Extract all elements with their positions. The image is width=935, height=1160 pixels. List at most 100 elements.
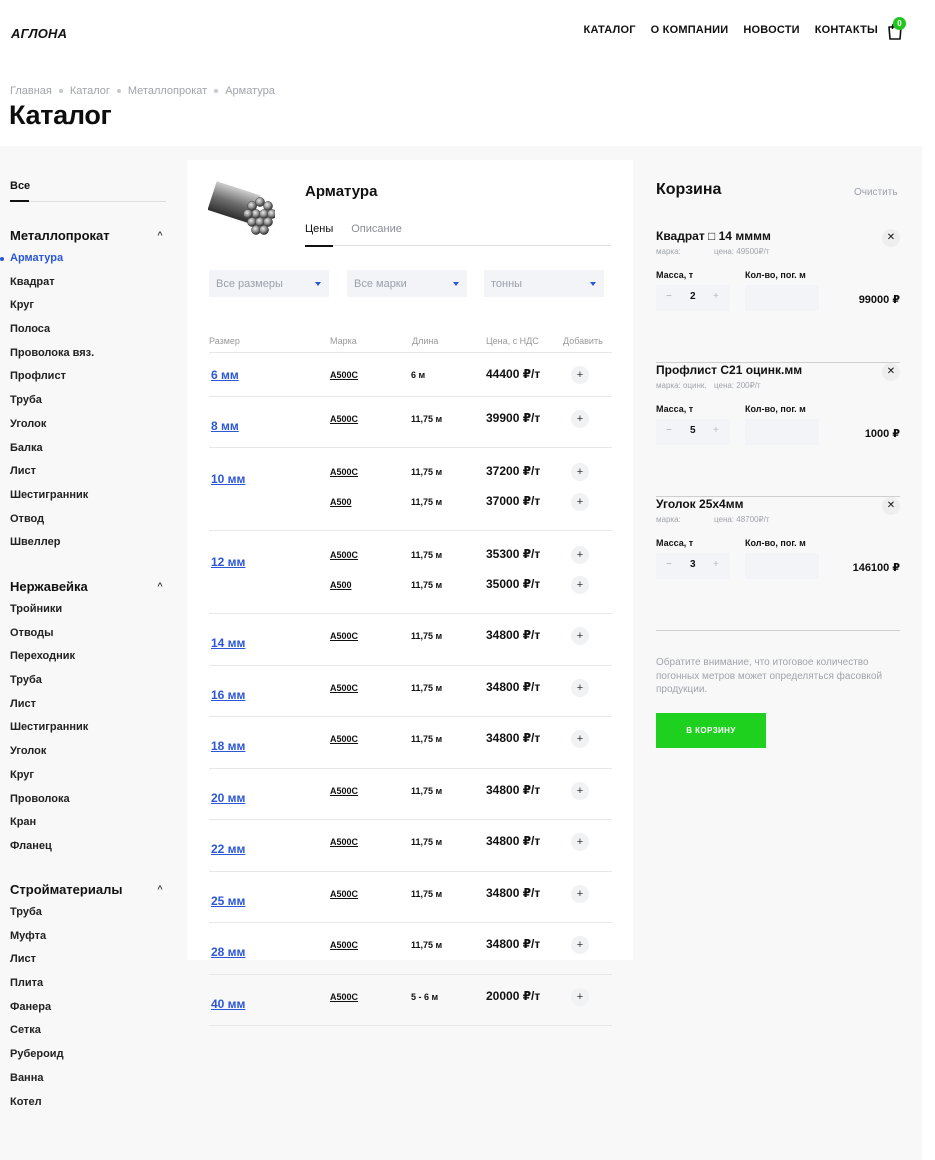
sidebar-item[interactable]: Рубероид: [10, 1043, 166, 1067]
sidebar-item[interactable]: Лист: [10, 460, 166, 484]
sidebar-item[interactable]: Переходник: [10, 645, 166, 669]
tab-description[interactable]: Описание: [351, 223, 402, 246]
sidebar-item[interactable]: Отводы: [10, 622, 166, 646]
meters-input[interactable]: [745, 419, 819, 445]
sidebar-item[interactable]: Балка: [10, 437, 166, 461]
mark-filter-select[interactable]: Все марки: [347, 270, 467, 297]
meters-input[interactable]: [745, 553, 819, 579]
sidebar-group-header[interactable]: Металлопрокат ^: [10, 226, 166, 244]
sidebar-item[interactable]: Профлист: [10, 365, 166, 389]
minus-icon[interactable]: −: [666, 425, 672, 436]
nav-contacts[interactable]: КОНТАКТЫ: [815, 24, 878, 36]
plus-icon[interactable]: +: [713, 559, 719, 570]
sidebar-item[interactable]: Швеллер: [10, 531, 166, 555]
breadcrumb-home[interactable]: Главная: [10, 85, 52, 97]
chevron-up-icon[interactable]: ^: [154, 581, 166, 591]
chevron-up-icon[interactable]: ^: [154, 884, 166, 894]
sidebar-item[interactable]: Труба: [10, 901, 166, 925]
sidebar-item[interactable]: Полоса: [10, 318, 166, 342]
plus-icon[interactable]: +: [713, 425, 719, 436]
mark-link[interactable]: А500С: [330, 837, 358, 847]
add-plus-icon[interactable]: +: [571, 936, 589, 954]
size-filter-select[interactable]: Все размеры: [209, 270, 329, 297]
add-plus-icon[interactable]: +: [571, 366, 589, 384]
add-plus-icon[interactable]: +: [571, 546, 589, 564]
mark-link[interactable]: А500: [330, 497, 352, 507]
minus-icon[interactable]: −: [666, 559, 672, 570]
sidebar-item[interactable]: Ванна: [10, 1067, 166, 1091]
meters-input[interactable]: [745, 285, 819, 311]
chevron-up-icon[interactable]: ^: [154, 230, 166, 240]
add-plus-icon[interactable]: +: [571, 833, 589, 851]
mark-link[interactable]: А500С: [330, 992, 358, 1002]
sidebar-item[interactable]: Квадрат: [10, 271, 166, 295]
mark-link[interactable]: А500С: [330, 940, 358, 950]
add-plus-icon[interactable]: +: [571, 781, 589, 800]
mark-link[interactable]: А500С: [330, 683, 358, 693]
sidebar-item[interactable]: Проволока: [10, 788, 166, 812]
sidebar-item[interactable]: Отвод: [10, 508, 166, 532]
sidebar-item[interactable]: Плита: [10, 972, 166, 996]
sidebar-item[interactable]: Круг: [10, 764, 166, 788]
close-icon[interactable]: ✕: [882, 363, 900, 381]
add-plus-icon[interactable]: +: [571, 576, 589, 594]
mark-link[interactable]: А500С: [330, 370, 358, 380]
logo[interactable]: АГЛОНА: [11, 26, 67, 41]
add-plus-icon[interactable]: +: [571, 730, 589, 748]
mark-link[interactable]: А500С: [330, 889, 358, 899]
close-icon[interactable]: ✕: [882, 497, 900, 515]
basket-clear-link[interactable]: Очистить: [854, 187, 898, 198]
nav-news[interactable]: НОВОСТИ: [743, 24, 799, 36]
breadcrumb-metal[interactable]: Металлопрокат: [128, 85, 207, 97]
mark-link[interactable]: А500С: [330, 786, 358, 796]
sidebar-item[interactable]: Лист: [10, 948, 166, 972]
sidebar-item[interactable]: Кран: [10, 811, 166, 835]
sidebar-item[interactable]: Тройники: [10, 598, 166, 622]
quantity-stepper[interactable]: − 3 +: [656, 553, 730, 579]
close-icon[interactable]: ✕: [882, 229, 900, 247]
tab-prices[interactable]: Цены: [305, 223, 334, 247]
sidebar-group-header[interactable]: Стройматериалы ^: [10, 880, 166, 898]
plus-icon[interactable]: +: [713, 291, 719, 302]
sidebar-item[interactable]: Муфта: [10, 925, 166, 949]
sidebar-item[interactable]: Лист: [10, 693, 166, 717]
sidebar-all[interactable]: Все: [10, 180, 30, 192]
add-plus-icon[interactable]: +: [571, 463, 589, 481]
add-plus-icon[interactable]: +: [571, 493, 589, 511]
quantity-stepper[interactable]: − 2 +: [656, 285, 730, 311]
minus-icon[interactable]: −: [666, 291, 672, 302]
length-value: 11,75 м: [411, 734, 443, 744]
unit-filter-select[interactable]: тонны: [484, 270, 604, 297]
mark-link[interactable]: А500: [330, 580, 352, 590]
nav-about[interactable]: О КОМПАНИИ: [651, 24, 729, 36]
sidebar-item[interactable]: Труба: [10, 389, 166, 413]
sidebar-item[interactable]: Фанера: [10, 996, 166, 1020]
add-plus-icon[interactable]: +: [571, 884, 589, 903]
add-plus-icon[interactable]: +: [571, 678, 589, 697]
sidebar-item[interactable]: Сетка: [10, 1019, 166, 1043]
nav-catalog[interactable]: КАТАЛОГ: [584, 24, 636, 36]
mark-link[interactable]: А500С: [330, 467, 358, 477]
sidebar-item[interactable]: Проволока вяз.: [10, 342, 166, 366]
mark-link[interactable]: А500С: [330, 550, 358, 560]
mark-link[interactable]: А500С: [330, 414, 358, 424]
sidebar-item[interactable]: Уголок: [10, 413, 166, 437]
sidebar-item[interactable]: Шестигранник: [10, 484, 166, 508]
sidebar-item[interactable]: Фланец: [10, 835, 166, 859]
basket-item-name: Уголок 25х4мм: [656, 497, 744, 511]
sidebar-item[interactable]: Арматура: [0, 247, 166, 271]
sidebar-item[interactable]: Котел: [10, 1091, 166, 1115]
mark-link[interactable]: А500С: [330, 631, 358, 641]
breadcrumb-catalog[interactable]: Каталог: [70, 85, 110, 97]
sidebar-item[interactable]: Уголок: [10, 740, 166, 764]
mark-link[interactable]: А500С: [330, 734, 358, 744]
sidebar-item[interactable]: Шестигранник: [10, 716, 166, 740]
sidebar-item[interactable]: Труба: [10, 669, 166, 693]
quantity-stepper[interactable]: − 5 +: [656, 419, 730, 445]
add-plus-icon[interactable]: +: [571, 409, 589, 428]
add-plus-icon[interactable]: +: [571, 627, 589, 645]
sidebar-group-header[interactable]: Нержавейка ^: [10, 577, 166, 595]
sidebar-item[interactable]: Круг: [10, 294, 166, 318]
add-plus-icon[interactable]: +: [571, 987, 589, 1006]
add-to-cart-button[interactable]: В КОРЗИНУ: [656, 713, 766, 748]
